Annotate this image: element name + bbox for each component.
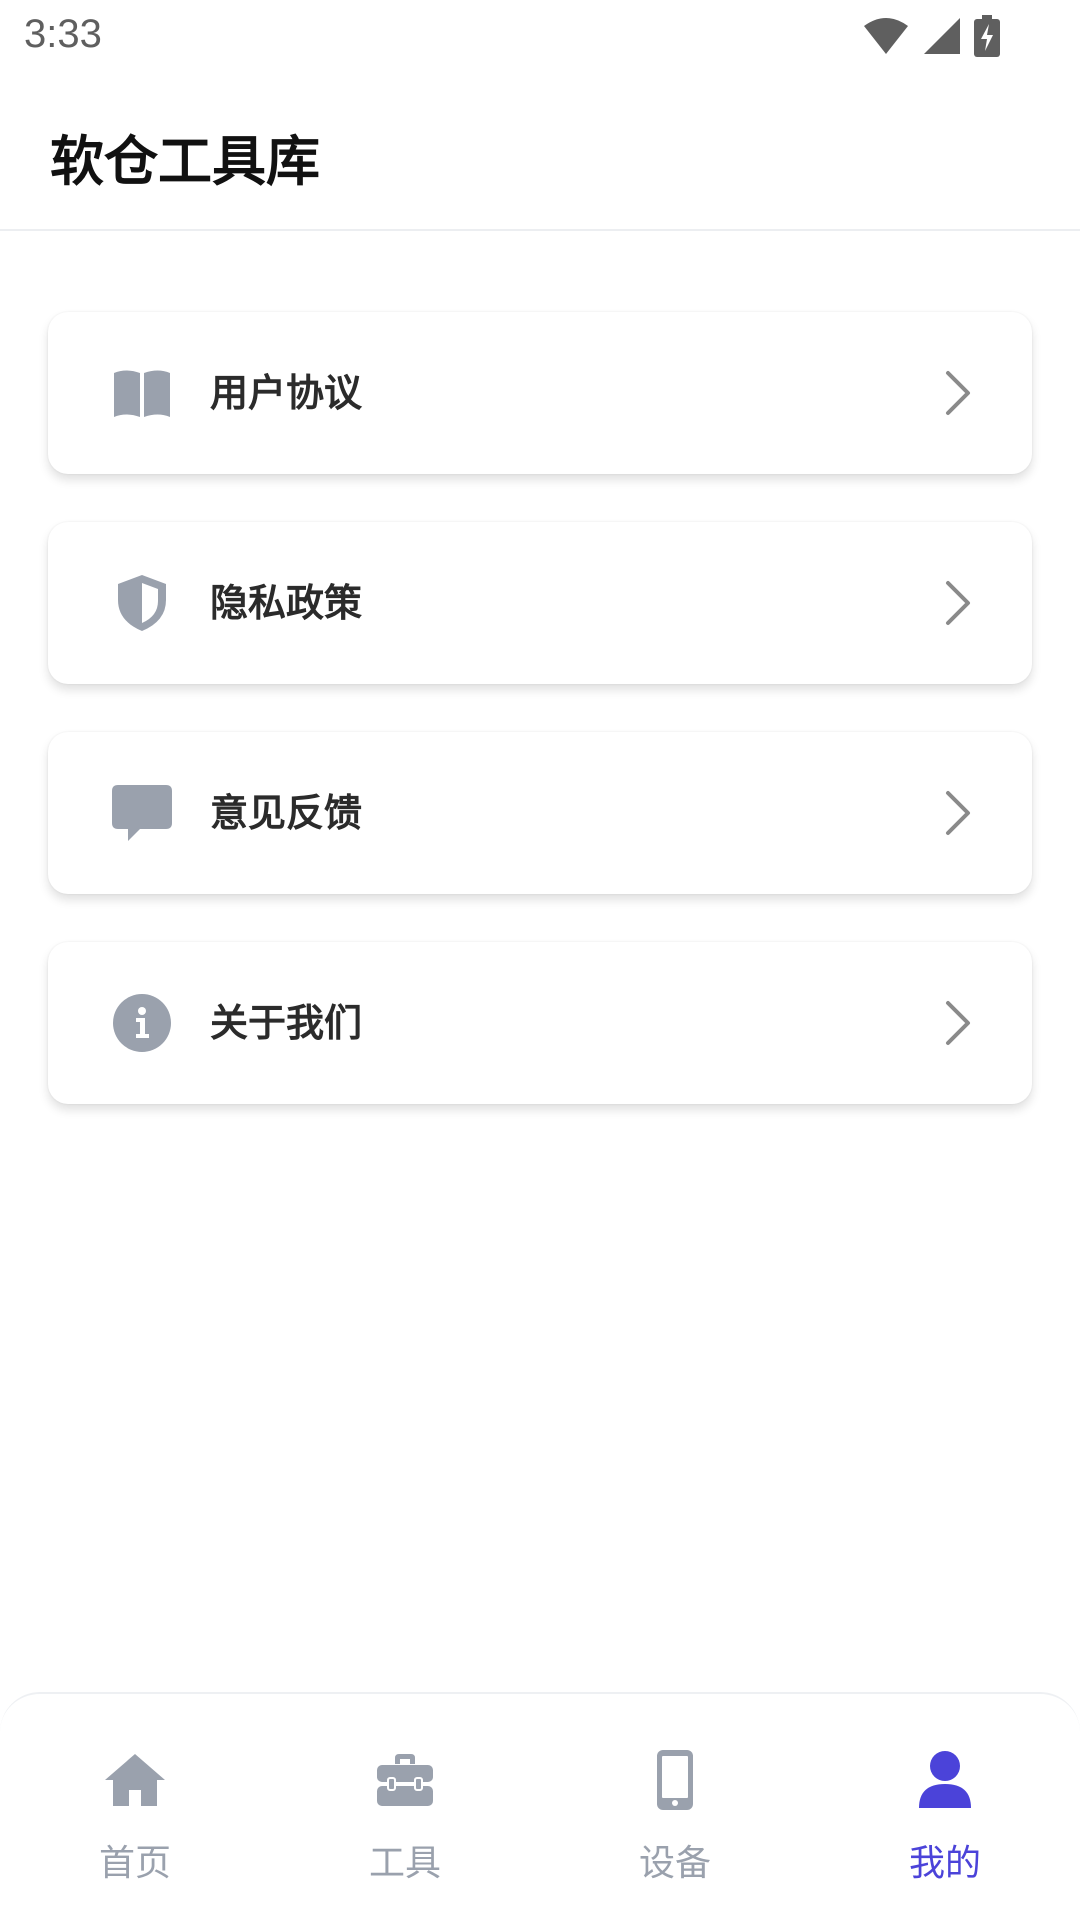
menu-list: 用户协议 隐私政策 意见反馈 关于我们 — [48, 312, 1032, 1152]
menu-item-privacy-policy[interactable]: 隐私政策 — [48, 522, 1032, 684]
menu-item-label: 意见反馈 — [210, 791, 363, 835]
nav-item-mine[interactable]: 我的 — [810, 1694, 1080, 1920]
chevron-right-icon — [946, 581, 970, 625]
menu-item-label: 隐私政策 — [210, 581, 363, 625]
toolbox-icon — [377, 1754, 433, 1806]
chevron-right-icon — [946, 371, 970, 415]
chevron-right-icon — [946, 791, 970, 835]
nav-item-label: 我的 — [908, 1843, 981, 1884]
info-icon — [113, 994, 171, 1052]
menu-item-label: 用户协议 — [210, 371, 363, 415]
nav-item-devices[interactable]: 设备 — [540, 1694, 810, 1920]
comment-icon — [112, 785, 172, 841]
book-icon — [114, 370, 170, 417]
wifi-icon — [864, 18, 908, 54]
menu-item-about-us[interactable]: 关于我们 — [48, 942, 1032, 1104]
user-icon — [919, 1751, 971, 1808]
nav-item-label: 设备 — [638, 1843, 711, 1884]
bottom-nav: 首页 工具 设备 我的 — [0, 1692, 1080, 1920]
signal-icon — [924, 18, 960, 54]
menu-item-user-agreement[interactable]: 用户协议 — [48, 312, 1032, 474]
shield-icon — [118, 575, 166, 631]
status-time: 3:33 — [24, 12, 102, 56]
app-header: 软仓工具库 — [0, 75, 1080, 231]
nav-item-home[interactable]: 首页 — [0, 1694, 270, 1920]
menu-item-feedback[interactable]: 意见反馈 — [48, 732, 1032, 894]
status-bar: 3:33 — [0, 0, 1080, 75]
home-icon — [105, 1754, 165, 1806]
phone-icon — [657, 1750, 693, 1810]
page-title: 软仓工具库 — [50, 130, 320, 193]
menu-item-label: 关于我们 — [210, 1001, 363, 1045]
status-icons — [862, 12, 1000, 60]
nav-item-tools[interactable]: 工具 — [270, 1694, 540, 1920]
nav-item-label: 工具 — [368, 1843, 441, 1884]
chevron-right-icon — [946, 1001, 970, 1045]
nav-item-label: 首页 — [98, 1843, 171, 1884]
battery-icon — [974, 15, 1000, 57]
